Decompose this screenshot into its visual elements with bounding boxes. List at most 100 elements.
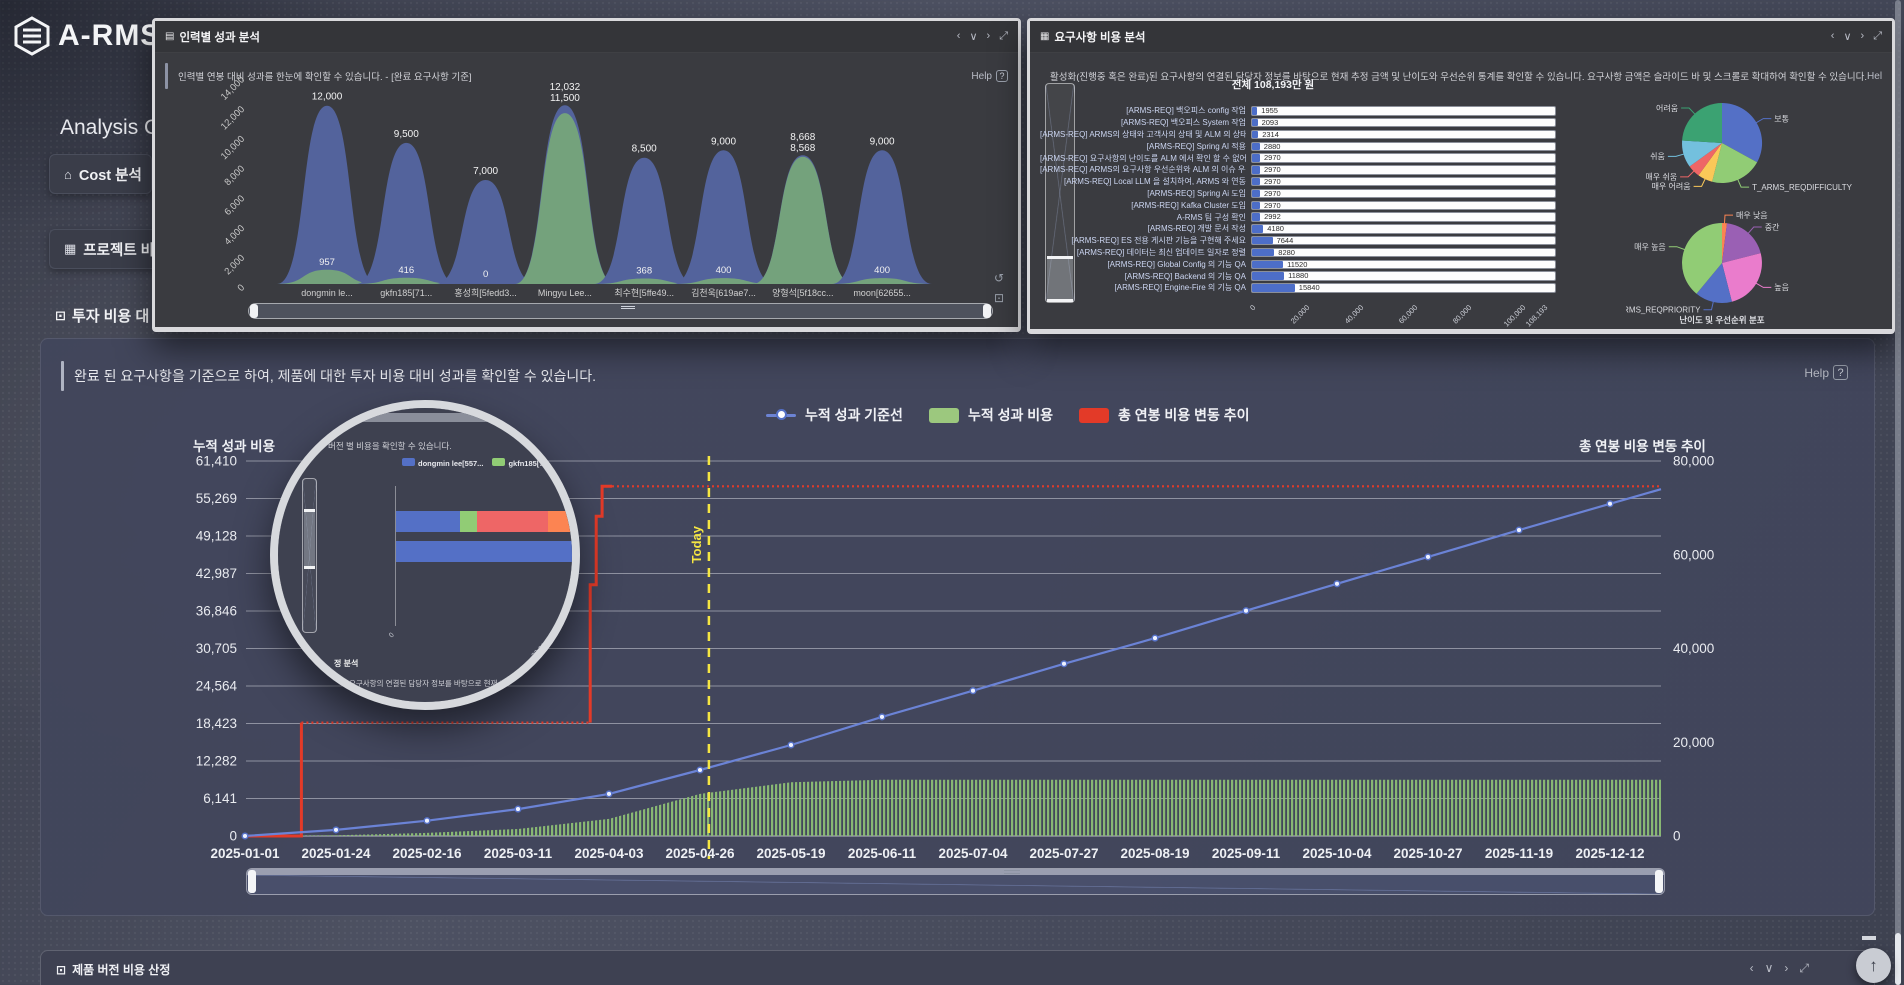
legend-total-salary-trend[interactable]: 총 연봉 비용 변동 추이: [1079, 405, 1249, 425]
nav-analysis[interactable]: Analysis C: [52, 116, 157, 140]
scroll-to-top-button[interactable]: ↑: [1856, 948, 1891, 983]
page-scrollbar-thumb[interactable]: [1895, 933, 1901, 985]
project-cost-button[interactable]: ▦ 프로젝트 비: [49, 229, 159, 269]
magnified-next-panel-text: 된 요구사항의 연결된 담당자 정보를 바탕으로 현재 추정 금액 및: [340, 678, 538, 689]
requirement-bar-row[interactable]: [ARMS-REQ] 개발 문서 작성 4180: [1040, 223, 1570, 235]
requirement-bar-row[interactable]: [ARMS-REQ] 백오피스 config 작업 1955: [1040, 105, 1570, 117]
requirement-bar-track: 11520: [1251, 260, 1556, 270]
cost-bell[interactable]: [753, 157, 853, 284]
datazoom-left-handle[interactable]: [248, 870, 256, 893]
salary-step-line[interactable]: [246, 723, 301, 836]
svg-text:61,410: 61,410: [196, 454, 237, 469]
requirement-bar-row[interactable]: [ARMS-REQ] Backend 의 기능 QA 11880: [1040, 270, 1570, 282]
requirement-bar-row[interactable]: [ARMS-REQ] Local LLM 을 설치하여, ARMS 와 연동 2…: [1040, 176, 1570, 188]
save-image-icon[interactable]: ⊡: [994, 291, 1004, 305]
chevron-down-icon[interactable]: ∨: [969, 30, 977, 43]
svg-text:보통: 보통: [1774, 114, 1789, 123]
svg-text:18,423: 18,423: [196, 716, 237, 731]
requirement-bar-row[interactable]: [ARMS-REQ] ARMS의 상태와 고객사의 상태 및 ALM 의 상태를…: [1040, 129, 1570, 141]
main-chart-legend: 누적 성과 기준선 누적 성과 비용 총 연봉 비용 변동 추이: [766, 405, 1250, 425]
requirement-bar-row[interactable]: [ARMS-REQ] 백오피스 System 작업 2093: [1040, 117, 1570, 129]
requirement-value: 2970: [1264, 166, 1281, 175]
collapse-right-icon[interactable]: ›: [1861, 30, 1865, 43]
collapse-left-icon[interactable]: ‹: [957, 30, 961, 43]
requirement-bar-track: 2314: [1251, 130, 1556, 140]
svg-text:8,000: 8,000: [223, 163, 248, 188]
cumulative-cost-area[interactable]: [245, 780, 1661, 836]
cost-analysis-label: Cost 분석: [79, 164, 142, 185]
svg-text:중간: 중간: [1765, 222, 1780, 232]
requirements-x-axis: 020,00040,00060,00080,000100,000108,193: [1040, 297, 1570, 327]
collapse-right-icon[interactable]: ›: [1784, 961, 1788, 976]
expand-icon[interactable]: ⤢: [1799, 961, 1809, 976]
restore-icon[interactable]: ↺: [994, 271, 1004, 285]
datazoom-body[interactable]: [247, 875, 1664, 894]
requirement-value: 2970: [1264, 178, 1281, 187]
requirement-label: [ARMS-REQ] 요구사항의 난이도를 ALM 에서 확인 할 수 없어서.…: [1040, 153, 1246, 164]
chart-datazoom-scrollbar[interactable]: [246, 868, 1665, 895]
expand-icon[interactable]: ⤢: [999, 30, 1008, 43]
svg-text:2025-05-19: 2025-05-19: [756, 846, 825, 861]
svg-text:40,000: 40,000: [1673, 641, 1714, 656]
scrollbar-grip[interactable]: [621, 306, 635, 309]
datazoom-right-handle[interactable]: [1655, 870, 1663, 893]
requirement-bar-row[interactable]: [ARMS-REQ] ES 전용 게시판 기능을 구현해 주세요 7644: [1040, 235, 1570, 247]
requirement-value: 8280: [1278, 249, 1295, 258]
requirement-bar-track: 2970: [1251, 153, 1556, 163]
svg-text:36,846: 36,846: [196, 604, 237, 619]
x-axis-tick: 100,000: [1502, 303, 1528, 329]
legend-label: 총 연봉 비용 변동 추이: [1118, 405, 1249, 425]
requirement-bar-row[interactable]: [ARMS-REQ] Kafka Cluster 도입 2970: [1040, 199, 1570, 211]
datazoom-grip[interactable]: [1004, 870, 1020, 874]
pie-slice[interactable]: [1682, 103, 1722, 143]
svg-text:12,032: 12,032: [550, 82, 581, 93]
panel-controls: ‹ ∨ › ⤢: [957, 30, 1008, 43]
perf-bell[interactable]: [356, 143, 456, 284]
svg-text:2025-11-19: 2025-11-19: [1485, 846, 1553, 861]
requirement-label: A-RMS 팀 구성 확인: [1040, 212, 1246, 223]
legend-cumulative-baseline[interactable]: 누적 성과 기준선: [766, 405, 903, 425]
requirement-bar-fill: [1252, 143, 1260, 151]
requirement-value: 2880: [1264, 143, 1281, 152]
cost-analysis-button[interactable]: ⌂ Cost 분석: [49, 154, 152, 194]
requirement-bar-row[interactable]: [ARMS-REQ] ARMS의 요구사항 우선순위와 ALM 의 이슈 우선순…: [1040, 164, 1570, 176]
svg-text:어려움: 어려움: [1656, 103, 1678, 113]
panel-header[interactable]: ▤ 인력별 성과 분석 ‹ ∨ › ⤢: [155, 21, 1018, 53]
requirement-bar-row[interactable]: [ARMS-REQ] 데이터는 최신 업데이트 일자로 정렬 8280: [1040, 247, 1570, 259]
svg-text:홍성희[5fedd3...: 홍성희[5fedd3...: [454, 287, 516, 298]
panel-header[interactable]: ▦ 요구사항 비용 분석 ‹ ∨ › ⤢: [1030, 21, 1892, 53]
requirement-value: 2970: [1264, 190, 1281, 199]
requirement-bar-row[interactable]: [ARMS-REQ] Spring Ai 도입 2970: [1040, 188, 1570, 200]
perf-bell[interactable]: [674, 150, 774, 284]
personnel-chart-scrollbar[interactable]: [248, 303, 993, 319]
svg-text:0: 0: [229, 829, 237, 844]
requirement-bar-row[interactable]: A-RMS 팀 구성 확인 2992: [1040, 211, 1570, 223]
perf-bell[interactable]: [832, 150, 932, 284]
requirement-bar-row[interactable]: [ARMS-REQ] Global Config 의 기능 QA 11520: [1040, 258, 1570, 270]
collapse-left-icon[interactable]: ‹: [1831, 30, 1835, 43]
chevron-down-icon[interactable]: ∨: [1765, 961, 1774, 976]
requirement-bar-track: 2970: [1251, 201, 1556, 211]
green-box-legend-icon: [929, 408, 959, 423]
svg-text:30,705: 30,705: [196, 641, 237, 656]
panel-icon: ▤: [165, 31, 174, 42]
requirement-label: [ARMS-REQ] ARMS의 상태와 고객사의 상태 및 ALM 의 상태를…: [1040, 129, 1246, 140]
page-scrollbar[interactable]: [1895, 0, 1901, 985]
legend-cumulative-cost[interactable]: 누적 성과 비용: [929, 405, 1053, 425]
svg-text:2025-04-03: 2025-04-03: [574, 846, 644, 861]
requirement-label: [ARMS-REQ] Engine-Fire 의 기능 QA: [1040, 282, 1246, 293]
magnified-scrollbar: [314, 413, 554, 422]
magnifier-lens[interactable]: 버전 별 비용을 확인할 수 있습니다. dongmin lee[557...g…: [270, 400, 580, 710]
collapse-left-icon[interactable]: ‹: [1750, 961, 1754, 976]
requirement-bar-row[interactable]: [ARMS-REQ] Spring AI 적용 2880: [1040, 140, 1570, 152]
scrollbar-left-handle[interactable]: [250, 304, 258, 318]
cost-bell[interactable]: [515, 113, 615, 284]
requirement-bar-row[interactable]: [ARMS-REQ] 요구사항의 난이도를 ALM 에서 확인 할 수 없어서.…: [1040, 152, 1570, 164]
requirement-label: [ARMS-REQ] 개발 문서 작성: [1040, 223, 1246, 234]
requirement-bar-row[interactable]: [ARMS-REQ] Engine-Fire 의 기능 QA 15840: [1040, 282, 1570, 294]
chevron-down-icon[interactable]: ∨: [1843, 30, 1851, 43]
expand-icon[interactable]: ⤢: [1873, 30, 1882, 43]
scrollbar-right-handle[interactable]: [983, 304, 991, 318]
legend-label: 누적 성과 기준선: [805, 405, 903, 425]
collapse-right-icon[interactable]: ›: [987, 30, 991, 43]
